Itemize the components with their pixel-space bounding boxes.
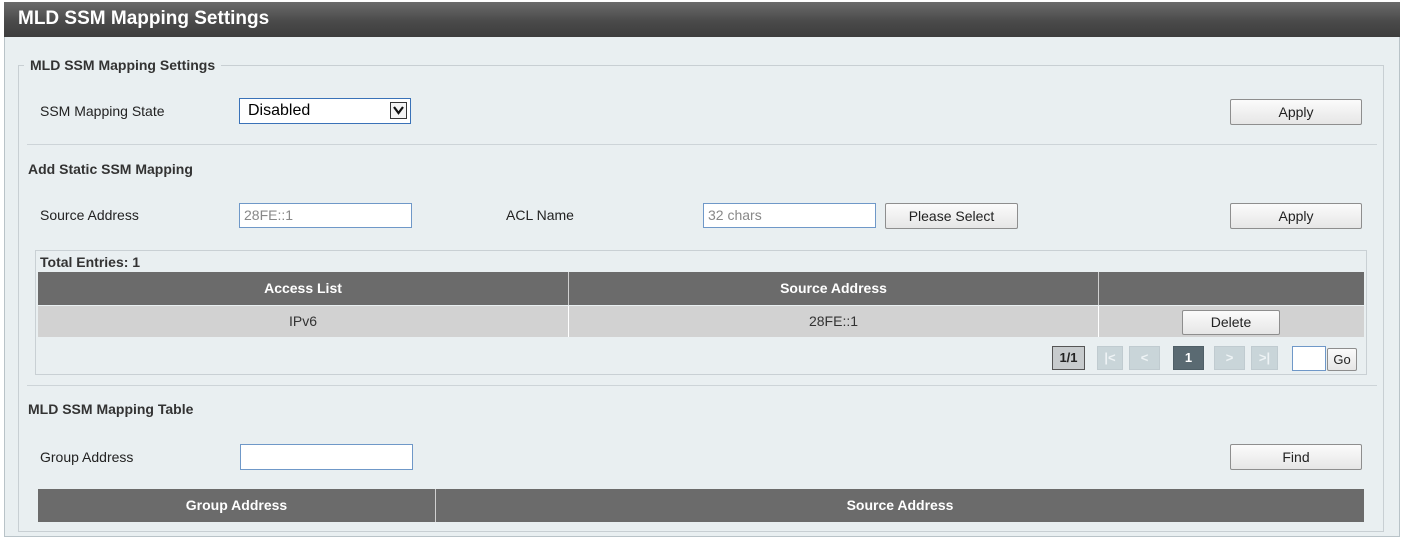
acl-name-label: ACL Name (506, 207, 574, 223)
settings-legend: MLD SSM Mapping Settings (24, 57, 222, 73)
first-page-button[interactable]: |< (1097, 346, 1123, 370)
column-header-access-list: Access List (38, 272, 569, 305)
current-page-button[interactable]: 1 (1173, 346, 1204, 370)
find-button[interactable]: Find (1230, 444, 1362, 470)
add-static-title: Add Static SSM Mapping (28, 161, 193, 177)
ssm-mapping-state-select[interactable]: Disabled (239, 98, 411, 124)
page-total-indicator: 1/1 (1052, 346, 1085, 370)
page-titlebar: MLD SSM Mapping Settings (4, 2, 1400, 37)
section-divider (27, 144, 1377, 145)
delete-button[interactable]: Delete (1182, 310, 1280, 335)
cell-source-address: 28FE::1 (569, 306, 1099, 337)
source-address-label: Source Address (40, 207, 139, 223)
chevron-down-icon (390, 102, 407, 119)
page-number-input[interactable] (1292, 346, 1326, 371)
ssm-mapping-state-value: Disabled (248, 102, 311, 119)
group-address-label: Group Address (40, 449, 134, 465)
prev-page-button[interactable]: < (1129, 346, 1160, 370)
state-apply-button[interactable]: Apply (1230, 99, 1362, 125)
source-address-input[interactable]: 28FE::1 (239, 203, 412, 228)
mapping-table-title: MLD SSM Mapping Table (28, 401, 194, 417)
add-apply-button[interactable]: Apply (1230, 203, 1362, 229)
static-table-header: Access List Source Address (38, 272, 1364, 305)
cell-access-list: IPv6 (38, 306, 569, 337)
table-row: IPv6 28FE::1 Delete (38, 306, 1364, 337)
page-title: MLD SSM Mapping Settings (18, 8, 270, 29)
total-entries: Total Entries: 1 (40, 254, 141, 270)
ssm-mapping-state-label: SSM Mapping State (40, 103, 165, 119)
please-select-button[interactable]: Please Select (885, 203, 1018, 229)
mapping-table-header: Group Address Source Address (38, 489, 1364, 522)
column-header-action (1099, 272, 1364, 305)
next-page-button[interactable]: > (1214, 346, 1245, 370)
last-page-button[interactable]: >| (1251, 346, 1278, 370)
column-header-source-address: Source Address (569, 272, 1099, 305)
column-header-group-address: Group Address (38, 489, 436, 522)
section-divider (27, 385, 1377, 386)
acl-name-input[interactable]: 32 chars (703, 203, 876, 228)
column-header-source-address: Source Address (846, 497, 954, 513)
group-address-input[interactable] (240, 444, 413, 470)
go-button[interactable]: Go (1327, 348, 1357, 371)
cell-action: Delete (1099, 306, 1364, 337)
